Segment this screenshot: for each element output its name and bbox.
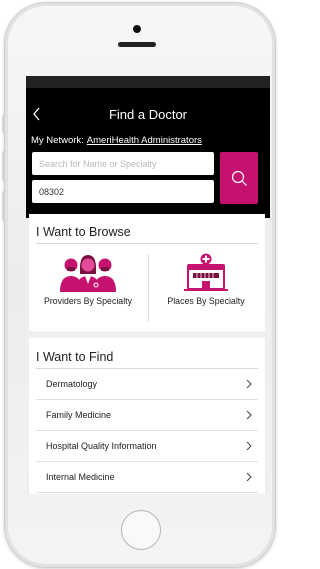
list-item-internal-medicine[interactable]: Internal Medicine (36, 462, 258, 493)
browse-title: I Want to Browse (36, 225, 131, 239)
chevron-right-icon (246, 472, 252, 482)
list-item-label: Hospital Quality Information (46, 441, 157, 451)
tile-icon-wrap (29, 252, 147, 292)
browse-card: I Want to Browse Providers By Specialty … (29, 214, 265, 331)
doctors-icon (60, 255, 116, 292)
find-title: I Want to Find (36, 350, 114, 364)
earpiece-speaker (118, 42, 156, 47)
network-link[interactable]: AmeriHealth Administrators (87, 135, 202, 146)
list-item-dermatology[interactable]: Dermatology (36, 369, 258, 400)
front-camera (133, 25, 141, 33)
tile-icon-wrap (147, 252, 265, 292)
list-item-hospital-quality[interactable]: Hospital Quality Information (36, 431, 258, 462)
side-button-mute (2, 115, 5, 133)
providers-by-specialty-button[interactable]: Providers By Specialty (29, 244, 147, 330)
side-button-volume-down (2, 191, 5, 221)
list-item-label: Internal Medicine (46, 472, 115, 482)
list-item-label: Dermatology (46, 379, 98, 389)
providers-label: Providers By Specialty (43, 296, 132, 306)
list-item-label: Family Medicine (46, 410, 112, 420)
chevron-right-icon (246, 410, 252, 420)
search-button[interactable] (220, 152, 258, 204)
chevron-right-icon (246, 441, 252, 451)
status-bar (26, 76, 270, 88)
browse-options: Providers By Specialty Places By Special… (29, 244, 265, 330)
page-title: Find a Doctor (108, 107, 188, 122)
app-screen: Find a Doctor My Network: AmeriHealth Adm… (26, 76, 270, 494)
app-header: Find a Doctor My Network: AmeriHealth Adm… (26, 88, 270, 218)
find-card: I Want to Find Dermatology Family Medici… (29, 338, 265, 494)
list-item-partial[interactable] (36, 493, 258, 494)
places-label: Places By Specialty (167, 296, 245, 306)
search-input[interactable] (32, 152, 214, 175)
network-info: My Network: AmeriHealth Administrators (31, 135, 202, 146)
hospital-icon (184, 253, 228, 291)
side-button-volume-up (2, 151, 5, 181)
network-label: My Network: (31, 135, 84, 146)
list-item-family-medicine[interactable]: Family Medicine (36, 400, 258, 431)
chevron-right-icon (246, 379, 252, 389)
home-button[interactable] (121, 510, 161, 550)
zip-code-input[interactable] (32, 180, 214, 203)
search-icon (231, 170, 247, 186)
places-by-specialty-button[interactable]: Places By Specialty (147, 244, 265, 330)
